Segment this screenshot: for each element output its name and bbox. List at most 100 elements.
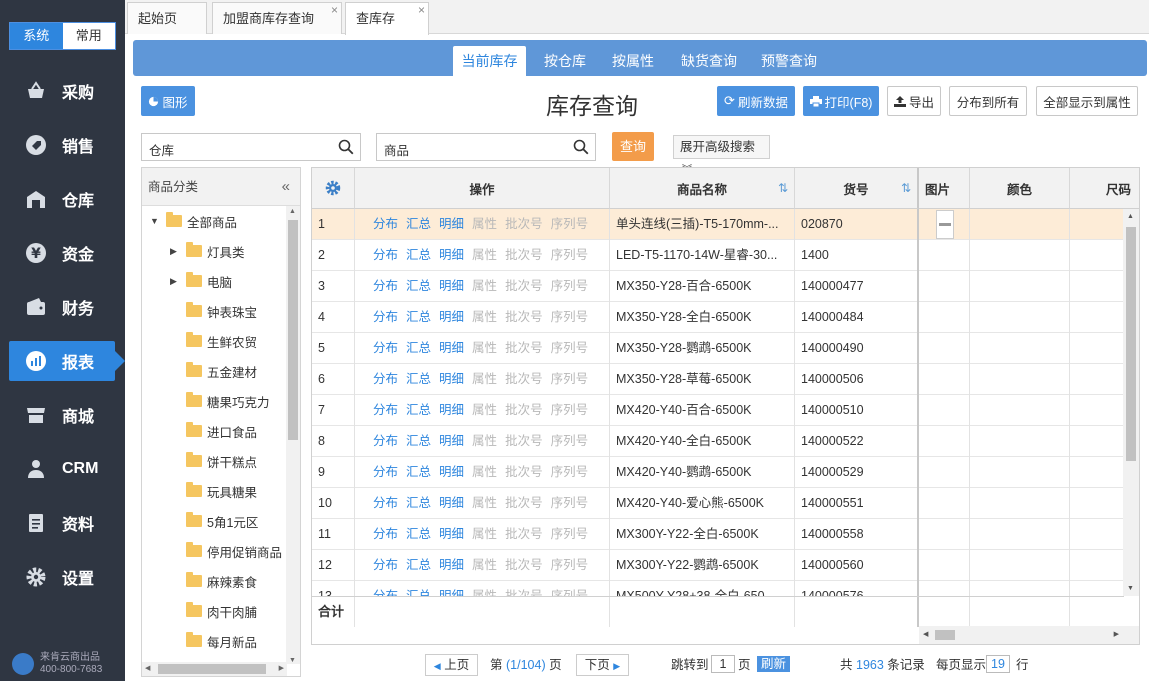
op-link[interactable]: 明细 (439, 248, 464, 262)
advanced-search-toggle[interactable]: 展开高级搜索 ︾ (673, 135, 770, 176)
table-row[interactable]: 10 分布 汇总 明细 属性 批次号 序列号 MX420-Y40-爱心熊-6500K 14000… (312, 488, 1124, 519)
sort-icon[interactable]: ⇅ (778, 181, 788, 195)
mode-system-button[interactable]: 系统 (10, 23, 63, 49)
sidebar-item-mall[interactable]: 商城 (0, 395, 125, 435)
export-button[interactable]: 导出 (887, 86, 941, 116)
close-icon[interactable]: × (331, 0, 338, 26)
tree-vscroll-thumb[interactable] (288, 220, 298, 440)
op-link[interactable]: 分布 (373, 403, 398, 417)
refresh-page-button[interactable]: 刷新 (757, 656, 791, 672)
op-link[interactable]: 明细 (439, 341, 464, 355)
op-link[interactable]: 分布 (373, 279, 398, 293)
gear-icon[interactable] (325, 180, 341, 196)
table-row[interactable]: 5 分布 汇总 明细 属性 批次号 序列号 MX350-Y28-鹦鹉-6500K 1400004… (312, 333, 1124, 364)
op-link[interactable]: 明细 (439, 527, 464, 541)
grid-hscrollbar[interactable]: ◀ ▶ (919, 626, 1139, 644)
tree-node[interactable]: 生鲜农贸 (186, 331, 257, 351)
table-row[interactable]: 12 分布 汇总 明细 属性 批次号 序列号 MX300Y-Y22-鹦鹉-6500K 14000… (312, 550, 1124, 581)
subnav-by-warehouse[interactable]: 按仓库 (535, 46, 595, 76)
sidebar-item-finance[interactable]: 财务 (0, 287, 125, 327)
tree-node[interactable]: 停用促销商品 (186, 541, 282, 561)
subnav-warning[interactable]: 预警查询 (753, 46, 825, 76)
op-link[interactable]: 分布 (373, 465, 398, 479)
tree-node[interactable]: 进口食品 (186, 421, 257, 441)
op-link[interactable]: 汇总 (406, 434, 431, 448)
subnav-out-of-stock[interactable]: 缺货查询 (673, 46, 745, 76)
warehouse-search-input[interactable]: 仓库 (141, 133, 361, 161)
op-link[interactable]: 汇总 (406, 217, 431, 231)
op-link[interactable]: 分布 (373, 496, 398, 510)
table-row[interactable]: 11 分布 汇总 明细 属性 批次号 序列号 MX300Y-Y22-全白-6500K 14000… (312, 519, 1124, 550)
tree-hscrollbar[interactable]: ◀ ▶ (142, 662, 287, 676)
grid-vscrollbar[interactable]: ▲ ▼ (1123, 209, 1139, 596)
tree-node[interactable]: 麻辣素食 (186, 571, 257, 591)
caret-down-icon[interactable]: ▼ (150, 216, 160, 226)
tree-node[interactable]: ▶ 电脑 (170, 271, 232, 291)
product-search-input[interactable]: 商品 (376, 133, 596, 161)
tab-home[interactable]: 起始页 (127, 2, 207, 34)
close-icon[interactable]: × (418, 0, 425, 26)
op-link[interactable]: 明细 (439, 465, 464, 479)
op-link[interactable]: 汇总 (406, 372, 431, 386)
tree-node[interactable]: 糖果巧克力 (186, 391, 270, 411)
column-header-name[interactable]: 商品名称 ⇅ (610, 168, 795, 209)
op-link[interactable]: 分布 (373, 341, 398, 355)
op-link[interactable]: 汇总 (406, 341, 431, 355)
scroll-left-icon[interactable]: ◀ (923, 630, 928, 638)
table-row[interactable]: 4 分布 汇总 明细 属性 批次号 序列号 MX350-Y28-全白-6500K 1400004… (312, 302, 1124, 333)
op-link[interactable]: 汇总 (406, 465, 431, 479)
op-link[interactable]: 明细 (439, 372, 464, 386)
table-row[interactable]: 9 分布 汇总 明细 属性 批次号 序列号 MX420-Y40-鹦鹉-6500K 1400005… (312, 457, 1124, 488)
tree-vscrollbar[interactable]: ▲ ▼ (286, 206, 300, 664)
op-link[interactable]: 明细 (439, 403, 464, 417)
op-link[interactable]: 汇总 (406, 279, 431, 293)
op-link[interactable]: 分布 (373, 310, 398, 324)
scroll-right-icon[interactable]: ▶ (279, 664, 284, 672)
sidebar-item-data[interactable]: 资料 (0, 503, 125, 543)
scroll-right-icon[interactable]: ▶ (1114, 630, 1119, 638)
tree-node[interactable]: ▼ 全部商品 (150, 211, 237, 231)
caret-right-icon[interactable]: ▶ (170, 246, 180, 257)
op-link[interactable]: 明细 (439, 558, 464, 572)
subnav-current-stock[interactable]: 当前库存 (453, 46, 526, 76)
collapse-icon[interactable]: « (282, 168, 290, 206)
tree-node[interactable]: 肉干肉脯 (186, 601, 257, 621)
op-link[interactable]: 分布 (373, 217, 398, 231)
table-row[interactable]: 6 分布 汇总 明细 属性 批次号 序列号 MX350-Y28-草莓-6500K 1400005… (312, 364, 1124, 395)
search-icon[interactable] (338, 139, 354, 155)
scroll-up-icon[interactable]: ▲ (1127, 213, 1134, 220)
product-thumbnail[interactable] (936, 210, 954, 239)
op-link[interactable]: 明细 (439, 310, 464, 324)
distribute-all-button[interactable]: 分布到所有 (949, 86, 1027, 116)
op-link[interactable]: 分布 (373, 527, 398, 541)
op-link[interactable]: 汇总 (406, 403, 431, 417)
op-link[interactable]: 明细 (439, 496, 464, 510)
op-link[interactable]: 分布 (373, 558, 398, 572)
op-link[interactable]: 明细 (439, 279, 464, 293)
tab-franchise-stock[interactable]: 加盟商库存查询 × (212, 2, 342, 34)
mode-common-button[interactable]: 常用 (62, 23, 115, 49)
sidebar-item-settings[interactable]: 设置 (0, 557, 125, 597)
column-header-size[interactable]: 尺码 (1070, 168, 1139, 209)
query-button[interactable]: 查询 (612, 132, 654, 161)
grid-vscroll-thumb[interactable] (1126, 227, 1136, 461)
chart-button[interactable]: 图形 (141, 86, 195, 116)
op-link[interactable]: 明细 (439, 217, 464, 231)
scroll-left-icon[interactable]: ◀ (145, 664, 150, 672)
table-row[interactable]: 3 分布 汇总 明细 属性 批次号 序列号 MX350-Y28-百合-6500K 1400004… (312, 271, 1124, 302)
table-row[interactable]: 7 分布 汇总 明细 属性 批次号 序列号 MX420-Y40-百合-6500K 1400005… (312, 395, 1124, 426)
column-header-ops[interactable]: 操作 (355, 168, 610, 209)
column-settings-header[interactable] (312, 168, 355, 209)
subnav-by-attribute[interactable]: 按属性 (603, 46, 663, 76)
refresh-data-button[interactable]: ⟳ 刷新数据 (717, 86, 795, 116)
op-link[interactable]: 汇总 (406, 527, 431, 541)
scroll-down-icon[interactable]: ▼ (289, 657, 296, 664)
op-link[interactable]: 汇总 (406, 248, 431, 262)
column-header-image[interactable]: 图片 (919, 168, 970, 209)
per-page-input[interactable]: 19 (986, 655, 1010, 673)
scroll-up-icon[interactable]: ▲ (289, 208, 296, 215)
op-link[interactable]: 分布 (373, 434, 398, 448)
tab-check-stock[interactable]: 查库存 × (345, 2, 429, 35)
op-link[interactable]: 分布 (373, 372, 398, 386)
column-header-sku[interactable]: 货号 ⇅ (795, 168, 919, 209)
